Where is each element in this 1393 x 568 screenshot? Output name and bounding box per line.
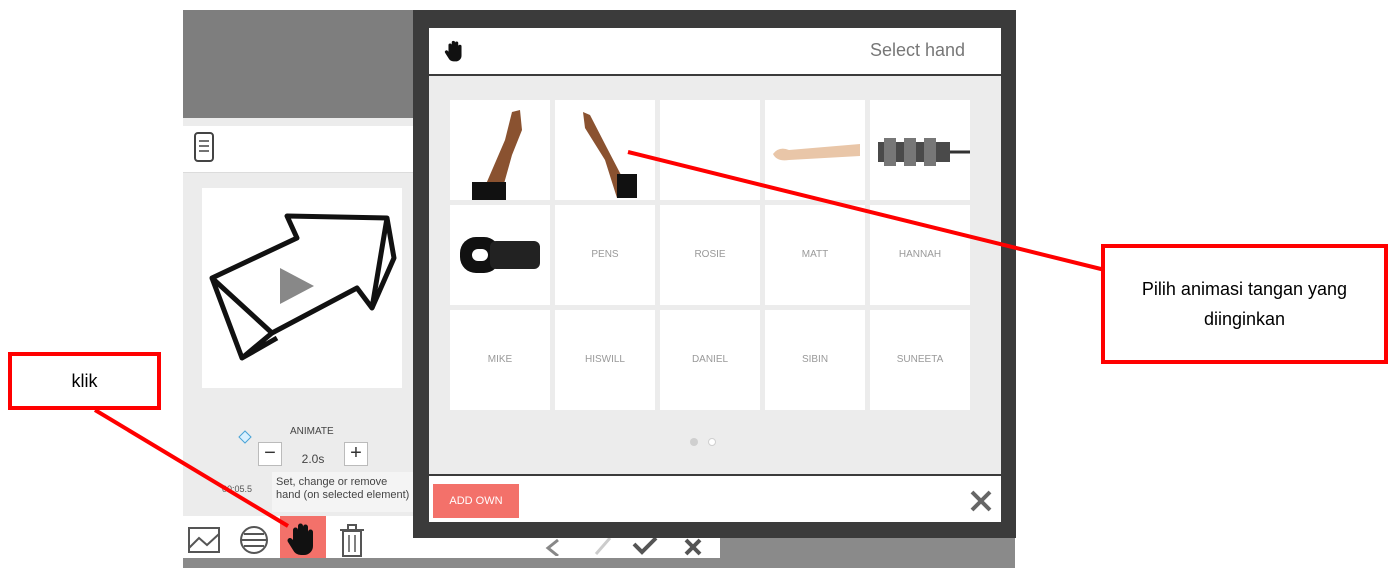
hand-option[interactable] [450,205,550,305]
hand-option[interactable]: HISWILL [555,310,655,410]
hand-tooltip: Set, change or remove hand (on selected … [272,472,415,512]
arrow-graphic-icon [209,213,397,361]
arm-image-icon [472,110,522,200]
add-own-button[interactable]: ADD OWN [433,484,519,518]
arm-image-icon [583,112,637,198]
check-icon[interactable] [632,536,658,555]
hand-option[interactable]: SIBIN [765,310,865,410]
hand-option[interactable]: PENS [555,205,655,305]
element-thumbnail[interactable] [202,188,402,388]
page-dot-active[interactable] [690,438,698,446]
document-bar [183,126,415,173]
timecode: 00:05.5 [222,484,253,494]
annotation-klik: klik [8,352,161,410]
hand-option[interactable] [765,100,865,200]
arm-image-icon [773,144,860,161]
close-icon[interactable] [684,538,702,556]
robot-hand-icon [878,138,970,166]
trash-icon[interactable] [334,520,372,560]
document-icon[interactable] [194,132,214,162]
hand-option[interactable]: SUNEETA [870,310,970,410]
page-dot[interactable] [708,438,716,446]
hand-option[interactable]: MATT [765,205,865,305]
hand-option[interactable] [450,100,550,200]
annotation-pilih: Pilih animasi tangan yang diinginkan [1101,244,1388,364]
pen-icon[interactable] [594,537,612,555]
hand-option[interactable] [660,100,760,200]
image-icon[interactable] [186,520,224,560]
dialog-title: Select hand [870,40,966,60]
hand-option[interactable] [870,100,970,200]
animate-label: ANIMATE [290,426,334,437]
text-icon[interactable] [236,520,274,560]
close-icon[interactable] [966,486,996,516]
duration-value: 2.0s [301,452,325,466]
hand-option[interactable]: HANNAH [870,205,970,305]
hand-tool-button[interactable] [280,516,326,562]
increase-duration-button[interactable]: + [344,442,368,466]
hand-icon [444,40,462,62]
hand-icon [287,523,313,555]
hand-option[interactable]: MIKE [450,310,550,410]
hand-option[interactable]: DANIEL [660,310,760,410]
bottom-edge [183,558,1015,568]
decrease-duration-button[interactable]: − [258,442,282,466]
hand-grid: PENS ROSIE MATT HANNAH MIKE HISWILL DANI… [450,100,972,410]
chevron-left-icon[interactable] [545,538,559,556]
hand-option[interactable]: ROSIE [660,205,760,305]
hand-option[interactable] [555,100,655,200]
keyframe-marker-icon[interactable] [238,430,252,444]
zipper-icon [460,237,540,273]
